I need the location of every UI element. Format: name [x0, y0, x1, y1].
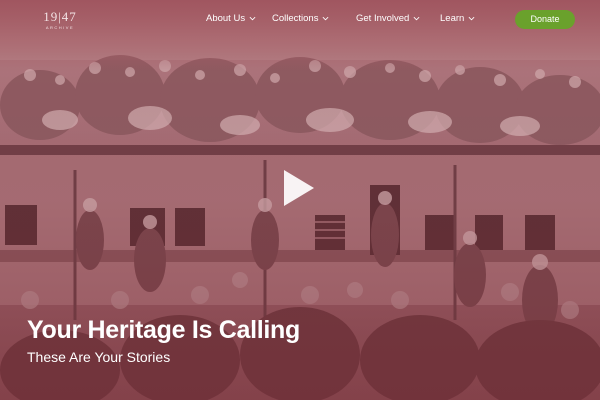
donate-button[interactable]: Donate [515, 10, 575, 29]
play-video-button[interactable] [280, 168, 316, 208]
play-icon [284, 170, 314, 206]
nav-item-get-involved[interactable]: Get Involved [356, 13, 420, 24]
hero-title: Your Heritage Is Calling [27, 316, 300, 344]
nav-item-label: Collections [272, 13, 319, 24]
chevron-down-icon [323, 16, 329, 21]
nav-item-label: About Us [206, 13, 246, 24]
site-logo[interactable]: 19|47 ARCHIVE [40, 9, 80, 31]
chevron-down-icon [249, 16, 256, 21]
logo-subtitle: ARCHIVE [45, 25, 75, 30]
site-header: 19|47 ARCHIVE About Us Collections Get I… [0, 0, 600, 40]
logo-wordmark: 19|47 [43, 9, 77, 24]
hero-subtitle: These Are Your Stories [27, 349, 171, 365]
nav-item-learn[interactable]: Learn [440, 13, 475, 24]
nav-item-label: Learn [440, 13, 465, 24]
chevron-down-icon [468, 16, 475, 21]
nav-item-collections[interactable]: Collections [272, 13, 329, 24]
nav-item-label: Get Involved [356, 13, 410, 24]
nav-item-about-us[interactable]: About Us [206, 13, 256, 24]
chevron-down-icon [413, 16, 420, 21]
